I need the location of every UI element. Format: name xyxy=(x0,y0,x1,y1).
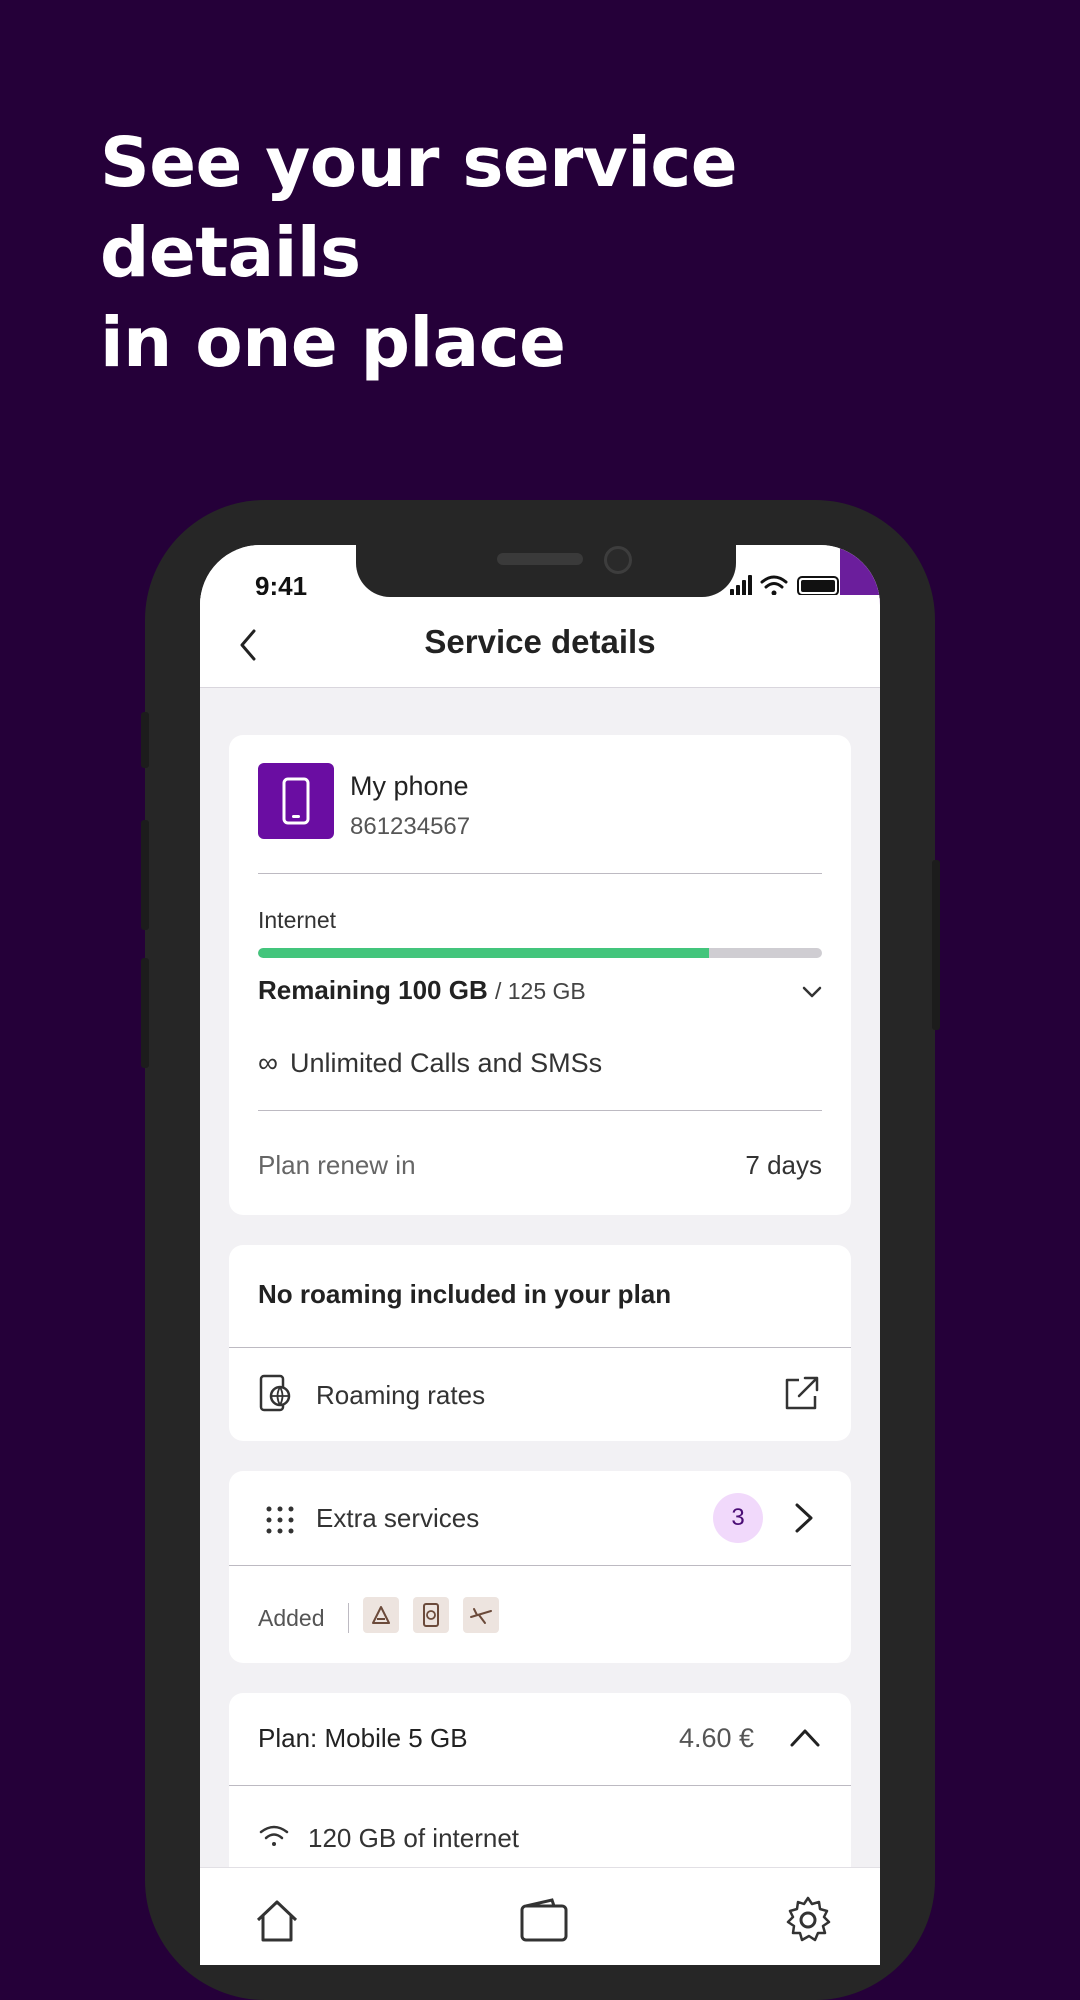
headline-line-1: See your service details xyxy=(100,123,738,293)
wallet-icon[interactable] xyxy=(518,1896,570,1946)
plane-icon xyxy=(463,1597,499,1633)
total-amount: / 125 GB xyxy=(494,978,586,1004)
extra-services-row[interactable]: Extra services 3 xyxy=(229,1471,851,1565)
infinity-icon: ∞ xyxy=(258,1047,278,1078)
roaming-rates-link[interactable]: Roaming rates xyxy=(229,1348,851,1441)
earpiece-speaker xyxy=(497,553,583,565)
data-usage-bar xyxy=(258,948,822,958)
plan-card: Plan: Mobile 5 GB 4.60 € 120 GB of inter… xyxy=(229,1693,851,1893)
calls-row: ∞ Unlimited Calls and SMSs xyxy=(258,1047,602,1079)
added-label: Added xyxy=(258,1605,325,1631)
promo-headline: See your service details in one place xyxy=(100,118,1000,388)
phone-screen: 9:41 Service details My phone 861234567 … xyxy=(200,545,880,1965)
roaming-heading: No roaming included in your plan xyxy=(258,1279,672,1309)
divider xyxy=(258,1110,822,1111)
mobile-device-icon xyxy=(258,763,334,839)
plan-header-row[interactable]: Plan: Mobile 5 GB 4.60 € xyxy=(229,1693,851,1785)
plan-title: Plan: Mobile 5 GB xyxy=(258,1723,468,1753)
divider xyxy=(229,1565,851,1566)
tools-icon xyxy=(363,1597,399,1633)
plan-price: 4.60 € xyxy=(679,1723,755,1753)
remaining-data: Remaining 100 GB / 125 GB xyxy=(258,975,586,1006)
external-link-icon xyxy=(785,1376,819,1410)
volume-up-button xyxy=(141,820,149,930)
calls-label: Unlimited Calls and SMSs xyxy=(289,1048,603,1078)
document-refresh-icon xyxy=(413,1597,449,1633)
plan-feature: 120 GB of internet xyxy=(308,1823,520,1853)
chevron-down-icon[interactable] xyxy=(799,979,825,1005)
device-card: My phone 861234567 Internet Remaining 10… xyxy=(229,735,851,1215)
internet-label: Internet xyxy=(258,907,336,933)
added-separator xyxy=(348,1603,349,1633)
roaming-rates-label: Roaming rates xyxy=(316,1380,486,1410)
power-button xyxy=(932,860,940,1030)
chevron-up-icon xyxy=(790,1729,820,1747)
extra-services-card: Extra services 3 Added xyxy=(229,1471,851,1663)
device-name: My phone xyxy=(350,771,469,801)
extra-services-label: Extra services xyxy=(316,1503,480,1533)
battery-icon xyxy=(797,576,843,596)
renew-label: Plan renew in xyxy=(258,1150,416,1180)
count-badge: 3 xyxy=(713,1493,763,1543)
chevron-right-icon xyxy=(795,1503,813,1533)
data-usage-fill xyxy=(258,948,710,958)
device-number: 861234567 xyxy=(350,813,471,840)
divider xyxy=(258,873,822,874)
bottom-nav xyxy=(200,1867,880,1965)
grid-dots-icon xyxy=(266,1506,294,1534)
wifi-icon xyxy=(259,1825,289,1846)
renew-value: 7 days xyxy=(745,1150,822,1180)
front-camera xyxy=(604,546,632,574)
settings-icon[interactable] xyxy=(782,1894,834,1946)
remaining-amount: Remaining 100 GB xyxy=(258,975,488,1005)
app-bar: Service details xyxy=(200,595,880,688)
mute-switch xyxy=(141,712,149,768)
roaming-card: No roaming included in your plan Roaming… xyxy=(229,1245,851,1441)
wifi-icon xyxy=(760,575,788,596)
roaming-phone-icon xyxy=(259,1374,291,1412)
divider xyxy=(229,1785,851,1786)
signal-icon xyxy=(730,575,752,597)
page-title: Service details xyxy=(424,623,656,660)
headline-line-2: in one place xyxy=(100,303,566,383)
home-icon[interactable] xyxy=(252,1896,302,1946)
volume-down-button xyxy=(141,958,149,1068)
